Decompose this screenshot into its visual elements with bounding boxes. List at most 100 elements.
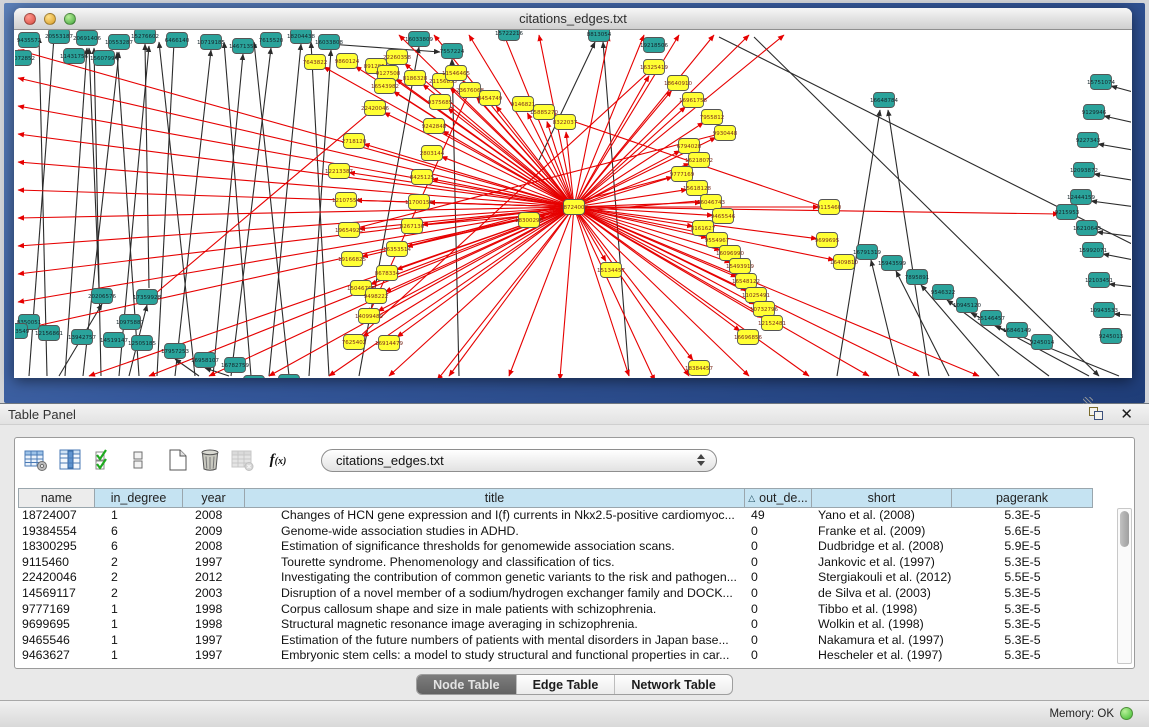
graph-node[interactable]: 20206576	[88, 289, 116, 304]
cell-name[interactable]: 9465546	[18, 633, 95, 649]
cell-name[interactable]: 18300295	[18, 539, 95, 555]
network-window-titlebar[interactable]: citations_edges.txt	[14, 8, 1132, 30]
graph-node[interactable]: 12450122	[275, 375, 303, 379]
graph-node[interactable]: 9242848	[422, 119, 447, 134]
cell-short[interactable]: Jankovic et al. (1997)	[812, 555, 952, 571]
graph-node[interactable]: 15146457	[977, 311, 1005, 326]
cell-out_degree[interactable]: 0	[745, 539, 812, 555]
cell-pagerank[interactable]: 5.3E-5	[952, 633, 1093, 649]
graph-node[interactable]: 14671358	[229, 39, 257, 54]
graph-node[interactable]: 15722216	[495, 30, 523, 41]
column-header-in_degree[interactable]: in_degree	[95, 488, 183, 508]
table-row[interactable]: 977716911998Corpus callosum shape and si…	[18, 602, 1093, 618]
graph-node[interactable]: 9498222	[364, 289, 389, 304]
graph-node[interactable]: 9465546	[711, 209, 736, 224]
graph-node[interactable]: 9245014	[1030, 335, 1055, 350]
tab-network-table[interactable]: Network Table	[614, 675, 732, 694]
graph-node[interactable]: 16548122	[732, 274, 760, 289]
cell-out_degree[interactable]: 0	[745, 586, 812, 602]
graph-node[interactable]: 9860124	[335, 54, 360, 69]
cell-year[interactable]: 2009	[183, 524, 245, 540]
cell-out_degree[interactable]: 0	[745, 524, 812, 540]
column-header-short[interactable]: short	[812, 488, 952, 508]
graph-node[interactable]: 16791319	[853, 245, 881, 260]
graph-node[interactable]: 16846149	[1003, 323, 1031, 338]
cell-title[interactable]: Investigating the contribution of common…	[245, 570, 745, 586]
graph-node[interactable]: 2718120	[342, 134, 367, 149]
cell-out_degree[interactable]: 0	[745, 555, 812, 571]
graph-node[interactable]: 8813054	[587, 30, 612, 42]
table-row[interactable]: 1456911722003Disruption of a novel membe…	[18, 586, 1093, 602]
cell-pagerank[interactable]: 5.3E-5	[952, 602, 1093, 618]
cell-pagerank[interactable]: 5.9E-5	[952, 539, 1093, 555]
graph-node[interactable]: 9375685	[428, 95, 453, 110]
graph-node[interactable]: 6794028	[677, 139, 702, 154]
cell-out_degree[interactable]: 0	[745, 570, 812, 586]
cell-out_degree[interactable]: 0	[745, 602, 812, 618]
graph-node[interactable]: 12213387	[325, 164, 353, 179]
cell-title[interactable]: Structural magnetic resonance image aver…	[245, 617, 745, 633]
cell-short[interactable]: Yano et al. (2008)	[812, 508, 952, 524]
graph-node[interactable]: 14519147	[100, 333, 128, 348]
graph-node[interactable]: 15992071	[1079, 243, 1107, 258]
graph-node[interactable]: 11025491	[742, 288, 770, 303]
cell-in_degree[interactable]: 2	[95, 555, 183, 571]
graph-node[interactable]: 7643822	[303, 55, 328, 70]
table-vertical-scrollbar[interactable]	[1117, 508, 1132, 664]
graph-node[interactable]: 11546465	[442, 66, 470, 81]
graph-node[interactable]: 14099489	[355, 309, 383, 324]
cell-pagerank[interactable]: 5.6E-5	[952, 524, 1093, 540]
graph-node[interactable]: 18300295	[515, 213, 543, 228]
graph-node[interactable]: 10943533	[1090, 303, 1118, 318]
graph-node[interactable]: 15134457	[597, 263, 625, 278]
table-row[interactable]: 2242004622012Investigating the contribut…	[18, 570, 1093, 586]
graph-node[interactable]: 9115460	[817, 200, 842, 215]
cell-short[interactable]: Hescheler et al. (1997)	[812, 648, 952, 664]
new-attribute-button[interactable]	[165, 447, 191, 473]
cell-short[interactable]: Franke et al. (2009)	[812, 524, 952, 540]
close-panel-button[interactable]: ✕	[1120, 405, 1133, 423]
graph-node[interactable]: 9129946	[1082, 105, 1107, 120]
cell-out_degree[interactable]: 0	[745, 648, 812, 664]
graph-node[interactable]: 20072852	[15, 51, 35, 66]
graph-node[interactable]: 16046743	[697, 195, 725, 210]
graph-node[interactable]: 12093872	[1070, 163, 1098, 178]
cell-short[interactable]: Stergiakouli et al. (2012)	[812, 570, 952, 586]
cell-in_degree[interactable]: 6	[95, 524, 183, 540]
table-settings-button[interactable]	[23, 447, 49, 473]
graph-node[interactable]: 22420046	[361, 101, 389, 116]
graph-node[interactable]: 12505185	[128, 336, 156, 351]
scrollbar-thumb[interactable]	[1120, 511, 1129, 547]
column-header-pagerank[interactable]: pagerank	[952, 488, 1093, 508]
graph-node[interactable]: 2803144	[420, 146, 445, 161]
cell-title[interactable]: Genome-wide association studies in ADHD.	[245, 524, 745, 540]
graph-node[interactable]: 12156861	[35, 326, 63, 341]
graph-node[interactable]: 16782759	[221, 358, 249, 373]
graph-node[interactable]: 15493919	[726, 259, 754, 274]
graph-node[interactable]: 18640910	[664, 76, 692, 91]
cell-pagerank[interactable]: 5.5E-5	[952, 570, 1093, 586]
function-builder-button[interactable]: f(x)	[265, 447, 291, 473]
graph-node[interactable]: 9245013	[1099, 329, 1124, 344]
cell-pagerank[interactable]: 5.3E-5	[952, 586, 1093, 602]
graph-node[interactable]: 16033808	[315, 35, 343, 50]
cell-title[interactable]: Changes of HCN gene expression and I(f) …	[245, 508, 745, 524]
graph-node[interactable]: 17957253	[161, 344, 189, 359]
graph-node[interactable]: 16914479	[375, 336, 403, 351]
graph-node[interactable]: 8186328	[403, 71, 428, 86]
graph-node[interactable]: 15276602	[131, 30, 159, 44]
memory-status[interactable]: Memory: OK	[1049, 707, 1133, 720]
graph-node[interactable]: 12103451	[1085, 273, 1113, 288]
graph-node[interactable]: 17359928	[133, 290, 161, 305]
graph-node[interactable]: 10719185	[197, 35, 225, 50]
graph-node[interactable]: 7895891	[905, 270, 930, 285]
graph-node[interactable]: 22260358	[383, 50, 411, 65]
cell-year[interactable]: 1997	[183, 648, 245, 664]
cell-in_degree[interactable]: 1	[95, 617, 183, 633]
cell-in_degree[interactable]: 2	[95, 570, 183, 586]
cell-short[interactable]: Dudbridge et al. (2008)	[812, 539, 952, 555]
graph-node[interactable]: 9546322	[931, 285, 956, 300]
graph-node[interactable]: 12107554	[332, 193, 360, 208]
graph-node[interactable]: 9777169	[670, 167, 695, 182]
graph-node[interactable]: 11431756	[60, 49, 88, 64]
